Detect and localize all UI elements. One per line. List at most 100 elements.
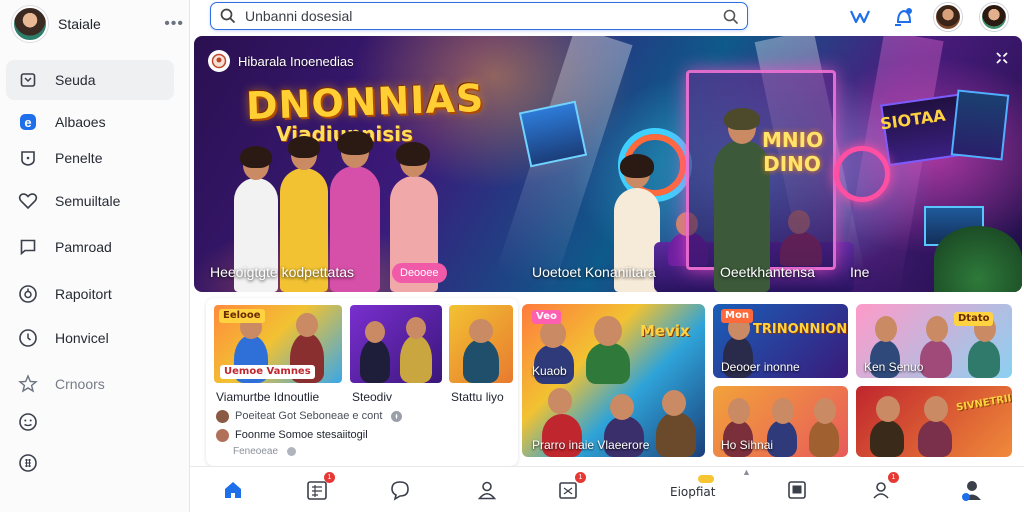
clock-icon xyxy=(18,328,38,348)
hero-caption-3: Oeetkhantensa xyxy=(720,264,815,280)
hero-title: DNONNIAS xyxy=(245,75,485,129)
shield-icon xyxy=(18,148,38,168)
meta-text: Feneoeae xyxy=(233,445,279,457)
stage-light-beam xyxy=(495,36,633,292)
bottom-nav-gallery-icon[interactable] xyxy=(785,478,809,502)
sidebar-item-grid[interactable] xyxy=(6,443,174,483)
smiley-icon xyxy=(18,412,38,432)
bottom-nav-account-icon[interactable] xyxy=(960,478,984,502)
search-icon[interactable] xyxy=(220,8,236,24)
profile-header[interactable]: Staiale ••• xyxy=(12,6,184,42)
card-caption: Kuaob xyxy=(532,364,567,378)
bottom-nav-chat-icon[interactable] xyxy=(388,478,412,502)
card-chip: Veo xyxy=(532,310,561,324)
chat-square-icon xyxy=(18,237,38,257)
card-caption: Ho Sihnai xyxy=(721,438,774,452)
sidebar-item-smiley[interactable] xyxy=(6,402,174,442)
bottom-nav-label[interactable]: Eiopfiat xyxy=(670,485,716,499)
hero-caption-4: Ine xyxy=(850,264,870,280)
sidebar-item-semuiltale[interactable]: Semuiltale xyxy=(6,181,174,221)
meta-text: Foonme Somoe stesaiitogil xyxy=(235,429,368,441)
notification-badge: 1 xyxy=(888,472,899,483)
sidebar-item-label: Crnoors xyxy=(55,376,105,392)
grid-circle-icon xyxy=(18,453,38,473)
activity-icon[interactable] xyxy=(846,3,874,31)
more-options-icon[interactable]: ••• xyxy=(164,15,184,33)
hero-caption-2: Uoetoet Konaniitara xyxy=(532,264,656,280)
wall-screen xyxy=(950,89,1010,161)
thumbnail-title[interactable]: Viamurtbe Idnoutlie xyxy=(216,390,319,404)
status-pill xyxy=(698,475,714,483)
notification-bell-icon[interactable] xyxy=(890,3,918,31)
star-icon xyxy=(18,374,38,394)
sidebar-item-honvicel[interactable]: Honvicel xyxy=(6,318,174,358)
avatar[interactable] xyxy=(12,6,48,42)
video-thumbnail[interactable] xyxy=(350,305,442,383)
sidebar-item-rapoitort[interactable]: Rapoitort xyxy=(6,274,174,314)
plant xyxy=(934,226,1022,292)
card-caption: Deooer inonne xyxy=(721,360,800,374)
sidebar-item-crnoors[interactable]: Crnoors xyxy=(6,364,174,404)
search-submit-icon[interactable] xyxy=(723,9,739,25)
booth-sign-text: MNIO DINO xyxy=(762,128,824,176)
sidebar-item-pamroad[interactable]: Pamroad xyxy=(6,227,174,267)
chevron-up-icon[interactable]: ▲ xyxy=(742,467,751,477)
sidebar-item-label: Pamroad xyxy=(55,239,112,255)
channel-logo-icon xyxy=(208,50,230,72)
sidebar-item-label: Seuda xyxy=(55,72,96,88)
meta-row[interactable]: Foonme Somoe stesaiitogil xyxy=(216,428,368,442)
meta-row[interactable]: Feneoeae xyxy=(233,444,297,458)
bottom-nav: ▲ 1 1 Eiopfiat 1 xyxy=(190,466,1024,512)
bottom-nav-grid-icon[interactable]: 1 xyxy=(305,472,335,502)
info-icon[interactable] xyxy=(286,446,297,457)
bottom-nav-calendar-icon[interactable]: 1 xyxy=(556,472,586,502)
thumbnail-title[interactable]: Steodiv xyxy=(352,390,392,404)
blue-e-icon: e xyxy=(18,112,38,132)
featured-panel: Eelooe Uemoe Vamnes Viamurtbe Idnoutlie … xyxy=(206,298,518,466)
home-icon xyxy=(18,70,38,90)
sidebar-item-seuda[interactable]: Seuda xyxy=(6,60,174,100)
card-title: Mevix xyxy=(640,322,690,340)
svg-text:e: e xyxy=(24,115,31,130)
top-actions xyxy=(804,3,1024,31)
thumbnail-chip: Eelooe xyxy=(219,309,265,323)
collapse-icon[interactable] xyxy=(994,50,1010,66)
video-card[interactable]: Mon TRINONNION Deooer inonne xyxy=(713,304,848,378)
channel-name: Hibarala Inoenedias xyxy=(238,53,354,69)
video-card[interactable]: Ho Sihnai xyxy=(713,386,848,457)
bottom-nav-home-icon[interactable] xyxy=(221,478,245,502)
bottom-nav-profile-icon[interactable] xyxy=(475,478,499,502)
card-chip: Mon xyxy=(721,309,753,323)
meta-row[interactable]: Poeiteat Got Seboneae e cont xyxy=(216,409,403,423)
search-bar[interactable] xyxy=(210,2,748,30)
user-avatar-1[interactable] xyxy=(934,3,962,31)
hero-banner[interactable]: Hibarala Inoenedias DNONNIAS Viadiunnisi… xyxy=(194,36,1022,292)
heart-icon xyxy=(18,191,38,211)
hero-caption-1: Heeoigtgte kodpettatas xyxy=(210,264,354,280)
notification-badge: 1 xyxy=(324,472,335,483)
sidebar-item-label: Rapoitort xyxy=(55,286,112,302)
video-thumbnail[interactable]: Eelooe Uemoe Vamnes xyxy=(214,305,342,383)
thumbnail-title[interactable]: Stattu liyo xyxy=(451,390,504,404)
settings-icon[interactable] xyxy=(390,410,403,423)
top-bar xyxy=(190,0,1024,34)
meta-text: Poeiteat Got Seboneae e cont xyxy=(235,410,383,422)
sidebar-item-label: Honvicel xyxy=(55,330,109,346)
profile-name: Staiale xyxy=(58,16,101,32)
user-avatar-2[interactable] xyxy=(980,3,1008,31)
video-thumbnail[interactable] xyxy=(449,305,513,383)
video-card[interactable]: Dtato Ken Senuo xyxy=(856,304,1012,378)
sidebar-item-penelte[interactable]: Penelte xyxy=(6,138,174,178)
card-caption: Prarro inaie Vlaeerore xyxy=(532,438,650,452)
video-card[interactable]: SIVNETRII xyxy=(856,386,1012,457)
bottom-nav-user-alert-icon[interactable]: 1 xyxy=(869,472,899,502)
search-input[interactable] xyxy=(245,8,715,24)
card-title: TRINONNION xyxy=(753,322,848,337)
card-chip: Dtato xyxy=(954,312,994,326)
sidebar-item-albaoes[interactable]: e Albaoes xyxy=(6,102,174,142)
channel-badge[interactable]: Hibarala Inoenedias xyxy=(208,50,354,72)
author-avatar xyxy=(216,428,229,442)
thumbnail-chip: Uemoe Vamnes xyxy=(220,365,315,379)
video-card[interactable]: Veo Mevix Kuaob Prarro inaie Vlaeerore xyxy=(522,304,705,457)
hero-tag-pill[interactable]: Deooee xyxy=(392,263,447,283)
